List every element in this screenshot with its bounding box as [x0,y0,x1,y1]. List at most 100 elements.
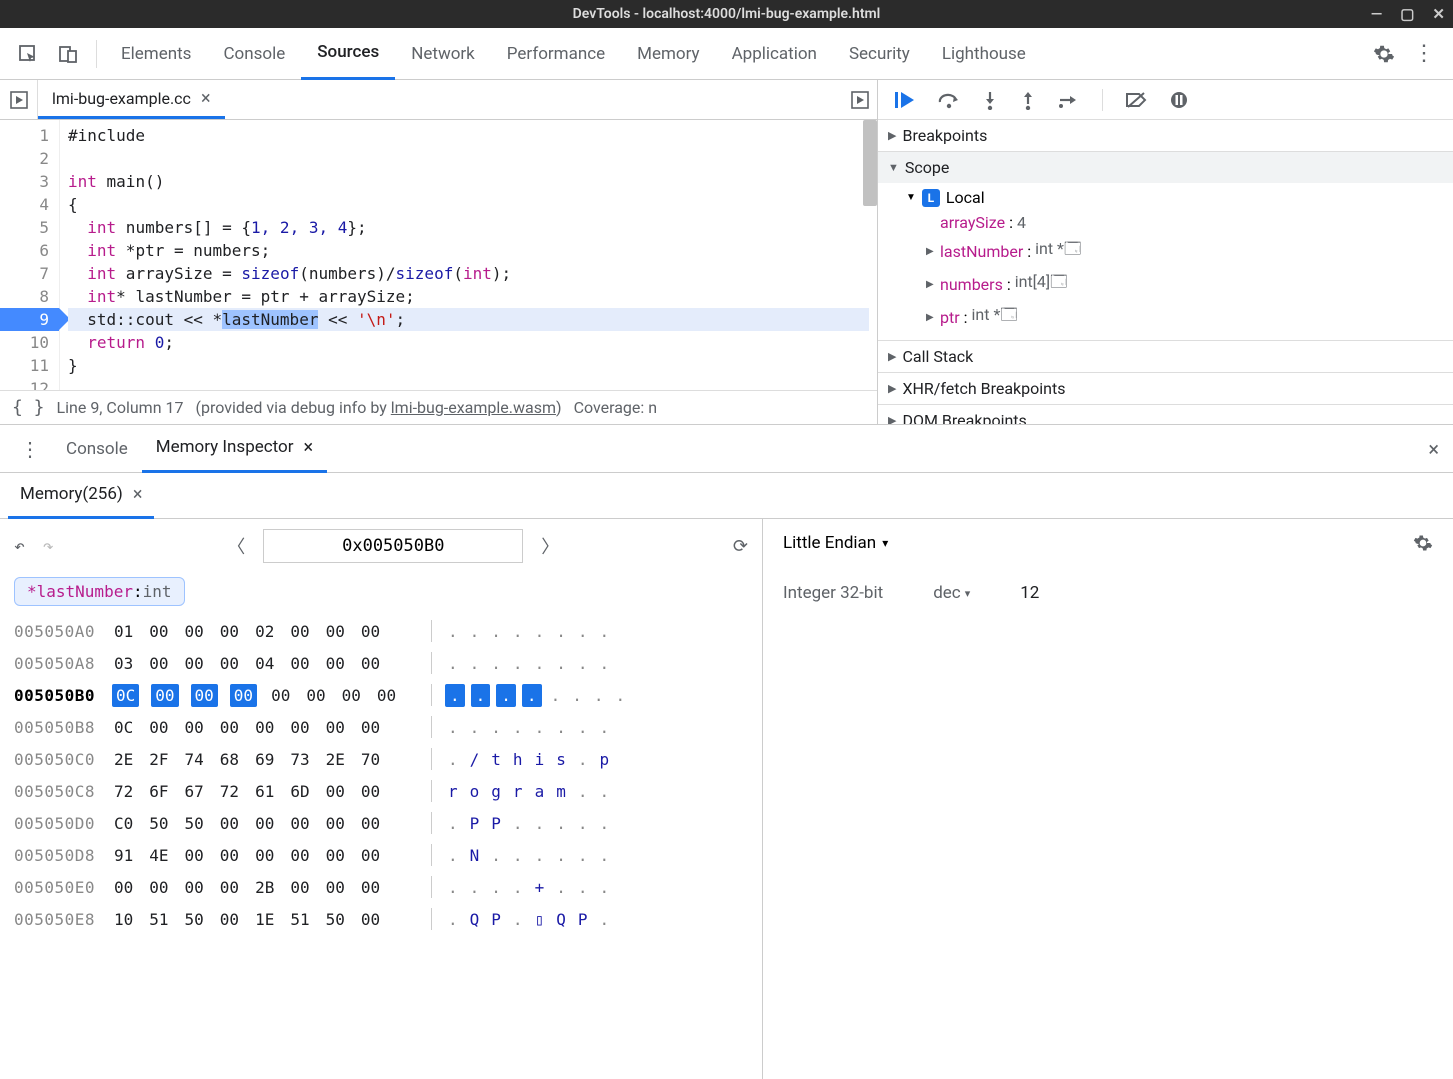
hex-byte[interactable]: 00 [326,814,345,833]
hex-byte[interactable]: 00 [326,654,345,673]
hex-byte[interactable]: 00 [114,878,133,897]
hex-byte[interactable]: 00 [326,846,345,865]
hex-byte[interactable]: 00 [361,910,380,929]
hex-byte[interactable]: 00 [149,654,168,673]
hex-byte[interactable]: 00 [290,878,309,897]
hex-byte[interactable]: 02 [255,622,274,641]
hex-byte[interactable]: 00 [361,846,380,865]
code-editor[interactable]: 123456789101112 #include int main(){ int… [0,120,877,390]
scope-local[interactable]: ▼LLocal [906,185,1453,210]
resume-icon[interactable] [894,90,916,110]
hex-byte[interactable]: 00 [361,622,380,641]
close-drawer-icon[interactable]: × [1428,437,1439,461]
tab-lighthouse[interactable]: Lighthouse [926,28,1042,80]
hex-byte[interactable]: 50 [185,910,204,929]
dom-breakpoints-section[interactable]: ▶DOM Breakpoints [878,405,1453,424]
tab-elements[interactable]: Elements [105,28,207,80]
hex-byte[interactable]: 91 [114,846,133,865]
close-icon[interactable]: ✕ [1432,5,1445,23]
tab-security[interactable]: Security [833,28,926,80]
deactivate-breakpoints-icon[interactable] [1125,90,1147,110]
hex-byte[interactable]: 72 [114,782,133,801]
endian-select[interactable]: Little Endian▾ [783,533,888,553]
tab-performance[interactable]: Performance [491,28,621,80]
hex-byte[interactable]: 00 [361,878,380,897]
tab-application[interactable]: Application [716,28,833,80]
step-into-icon[interactable] [982,90,998,110]
scope-var[interactable]: ▶ptr: int *🗔 [906,301,1453,334]
hex-byte[interactable]: 1E [255,910,274,929]
hex-byte[interactable]: 00 [185,878,204,897]
more-icon[interactable]: ⋮ [1413,41,1435,66]
breakpoints-section[interactable]: ▶Breakpoints [878,120,1453,151]
gear-icon[interactable] [1373,43,1395,65]
call-stack-section[interactable]: ▶Call Stack [878,341,1453,372]
hex-byte[interactable]: 0C [114,718,133,737]
hex-byte[interactable]: 00 [149,718,168,737]
hex-byte[interactable]: 61 [255,782,274,801]
hex-byte[interactable]: 00 [220,622,239,641]
hex-byte[interactable]: 00 [361,782,380,801]
hex-byte[interactable]: 00 [326,718,345,737]
hex-byte[interactable]: 00 [377,686,396,705]
hex-byte[interactable]: 72 [220,782,239,801]
wasm-link[interactable]: lmi-bug-example.wasm [391,398,556,417]
drawer-tab-memory-inspector[interactable]: Memory Inspector× [142,425,327,473]
hex-byte[interactable]: C0 [114,814,133,833]
hex-byte[interactable]: 51 [290,910,309,929]
minimize-icon[interactable]: — [1371,5,1383,23]
hex-byte[interactable]: 03 [114,654,133,673]
highlight-chip[interactable]: *lastNumber: int [14,577,185,606]
xhr-breakpoints-section[interactable]: ▶XHR/fetch Breakpoints [878,373,1453,404]
hex-byte[interactable]: 2F [149,750,168,769]
tab-console[interactable]: Console [207,28,301,80]
hex-byte[interactable]: 00 [220,654,239,673]
hex-byte[interactable]: 74 [185,750,204,769]
hex-byte[interactable]: 00 [149,878,168,897]
hex-byte[interactable]: 50 [149,814,168,833]
hex-byte[interactable]: 00 [255,846,274,865]
pause-exceptions-icon[interactable] [1169,90,1189,110]
refresh-icon[interactable]: ⟳ [733,536,748,557]
hex-byte[interactable]: 04 [255,654,274,673]
gear-icon[interactable] [1413,533,1433,553]
address-input[interactable] [263,529,523,563]
radix-select[interactable]: dec▾ [933,583,970,603]
hex-byte[interactable]: 00 [151,684,178,707]
hex-byte[interactable]: 00 [271,686,290,705]
inspect-icon[interactable] [8,44,48,64]
hex-byte[interactable]: 6D [290,782,309,801]
hex-byte[interactable]: 73 [290,750,309,769]
debugger-run-icon[interactable] [0,80,38,119]
hex-byte[interactable]: 0C [112,684,139,707]
step-out-icon[interactable] [1020,90,1036,110]
hex-byte[interactable]: 00 [361,654,380,673]
hex-byte[interactable]: 00 [185,654,204,673]
hex-byte[interactable]: 6F [149,782,168,801]
hex-byte[interactable]: 00 [326,782,345,801]
hex-byte[interactable]: 00 [290,654,309,673]
run-snippet-icon[interactable] [851,91,869,109]
hex-byte[interactable]: 69 [255,750,274,769]
hex-byte[interactable]: 00 [290,846,309,865]
close-icon[interactable]: × [304,437,314,458]
file-tab[interactable]: lmi-bug-example.cc × [38,80,225,119]
hex-byte[interactable]: 68 [220,750,239,769]
drawer-tab-console[interactable]: Console [52,425,142,473]
hex-byte[interactable]: 2E [326,750,345,769]
scope-var[interactable]: ▶lastNumber: int *🗔 [906,235,1453,268]
scope-var[interactable]: ▶numbers: int[4]🗔 [906,268,1453,301]
hex-byte[interactable]: 00 [220,814,239,833]
hex-byte[interactable]: 00 [149,622,168,641]
hex-byte[interactable]: 00 [342,686,361,705]
scope-var[interactable]: arraySize: 4 [906,210,1453,235]
hex-byte[interactable]: 4E [149,846,168,865]
step-icon[interactable] [1058,90,1080,110]
hex-byte[interactable]: 00 [326,622,345,641]
step-over-icon[interactable] [938,90,960,110]
maximize-icon[interactable]: ▢ [1400,5,1414,23]
hex-byte[interactable]: 00 [185,718,204,737]
hex-byte[interactable]: 00 [220,910,239,929]
hex-byte[interactable]: 00 [220,718,239,737]
hex-byte[interactable]: 50 [185,814,204,833]
